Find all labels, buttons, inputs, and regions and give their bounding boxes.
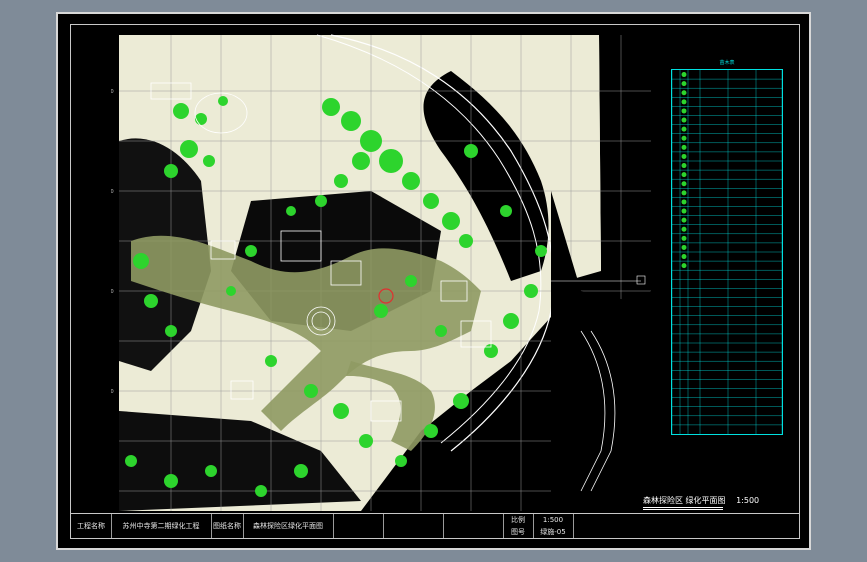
grid-label: 2000 xyxy=(111,389,114,395)
legend-symbol xyxy=(681,235,687,241)
legend-symbol xyxy=(681,135,687,141)
legend-symbol xyxy=(681,172,687,178)
legend-symbol xyxy=(681,199,687,205)
drawing-title-name: 森林探险区 绿化平面图 xyxy=(643,496,726,505)
legend-symbol xyxy=(681,144,687,150)
title-block: 工程名称 苏州中寺第二期绿化工程 图纸名称 森林探险区绿化平面图 比例 1:50… xyxy=(71,513,799,538)
drawing-value: 森林探险区绿化平面图 xyxy=(243,514,334,538)
legend-grid xyxy=(671,70,783,434)
project-value: 苏州中寺第二期绿化工程 xyxy=(111,514,212,538)
legend-symbol xyxy=(681,153,687,159)
legend-symbol xyxy=(681,254,687,260)
legend-symbol xyxy=(681,181,687,187)
legend-symbol xyxy=(681,244,687,250)
legend-symbol xyxy=(681,99,687,105)
drawing-no-value: 绿施-05 xyxy=(533,526,574,538)
legend-symbol xyxy=(681,163,687,169)
legend-symbol xyxy=(681,117,687,123)
legend-symbol xyxy=(681,90,687,96)
drawing-no-label: 图号 xyxy=(503,526,534,538)
drawing-sheet: 1700 1800 1900 2000 苗木表 森林探险区 绿化平面图 1:50… xyxy=(56,12,811,550)
external-zone xyxy=(551,191,671,511)
grid-label: 1800 xyxy=(111,189,114,195)
project-label: 工程名称 xyxy=(71,514,112,538)
grid-label: 1700 xyxy=(111,89,114,95)
legend-symbol xyxy=(681,208,687,214)
legend-symbol xyxy=(681,108,687,114)
legend-symbol xyxy=(681,190,687,196)
legend-symbol xyxy=(681,72,687,78)
title-underline xyxy=(643,507,723,508)
drawing-title-scale: 1:500 xyxy=(736,496,760,505)
scale-value: 1:500 xyxy=(533,514,574,526)
legend-symbol xyxy=(681,226,687,232)
site-plan: 1700 1800 1900 2000 xyxy=(101,31,671,511)
inner-frame: 1700 1800 1900 2000 苗木表 森林探险区 绿化平面图 1:50… xyxy=(70,24,800,539)
scale-label: 比例 xyxy=(503,514,534,526)
tb-empty-4 xyxy=(573,514,801,538)
tb-empty-1 xyxy=(333,514,384,538)
title-underline-2 xyxy=(643,509,723,510)
legend-symbol xyxy=(681,217,687,223)
grid-label: 1900 xyxy=(111,289,114,295)
plant-legend-table xyxy=(671,69,783,435)
legend-symbol xyxy=(681,126,687,132)
tb-empty-3 xyxy=(443,514,504,538)
tb-empty-2 xyxy=(383,514,444,538)
drawing-title: 森林探险区 绿化平面图 1:500 xyxy=(643,495,759,506)
drawing-label: 图纸名称 xyxy=(211,514,244,538)
legend-symbol xyxy=(681,81,687,87)
legend-header: 苗木表 xyxy=(719,60,735,66)
legend-symbol xyxy=(681,263,687,269)
